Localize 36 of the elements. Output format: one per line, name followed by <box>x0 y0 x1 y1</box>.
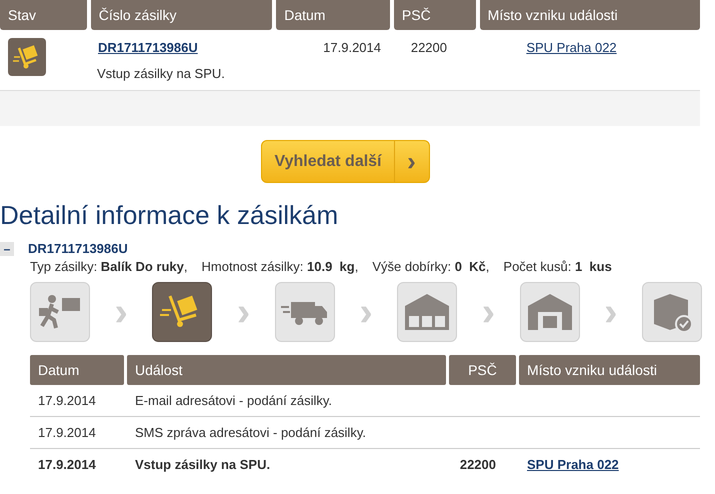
chevron-icon: › <box>114 292 128 332</box>
collapse-button[interactable]: – <box>0 242 14 256</box>
date-cell-text: 17.9.2014 <box>37 457 97 472</box>
parcel-info: Výše dobírky: 0 Kč, <box>372 259 490 274</box>
column-header: Číslo zásilky <box>90 0 272 30</box>
column-header: PSČ <box>394 0 476 30</box>
chevron-icon: › <box>604 292 618 332</box>
place-link[interactable]: SPU Praha 022 <box>471 38 672 57</box>
postal-code-cell: 22200 <box>460 457 496 472</box>
parcel-info: Typ zásilky: Balík Do ruky, <box>30 259 188 274</box>
date-cell-text: 17.9.2014 <box>37 425 97 440</box>
chevron-icon: › <box>482 292 496 332</box>
section-heading: Detailní informace k zásilkám <box>0 199 340 231</box>
date-text: 17.9.2014 <box>322 39 381 57</box>
column-header: Stav <box>0 0 87 30</box>
parcel-number: DR1711713986U <box>28 241 128 256</box>
parcel-info: Hmotnost zásilky: 10.9 kg, <box>202 259 358 274</box>
chevron-icon: › <box>236 292 250 332</box>
parcel-number-link[interactable]: DR1711713986U <box>98 38 273 57</box>
chevron-icon: › <box>359 292 373 332</box>
event-cell-text: Vstup zásilky na SPU. <box>134 457 272 472</box>
column-header: Místo vzniku události <box>519 355 700 385</box>
postal-code-text: 22200 <box>410 39 447 57</box>
search-more-button[interactable]: Vyhledat další › <box>260 140 430 183</box>
column-header: Datum <box>30 355 124 385</box>
column-header: Místo vzniku události <box>480 0 700 30</box>
hand-truck-icon <box>8 38 46 76</box>
place-link[interactable]: SPU Praha 022 <box>527 457 619 472</box>
parcel-info: Počet kusů: 1 kus <box>503 259 612 274</box>
column-header: Událost <box>127 355 446 385</box>
event-description: Vstup zásilky na SPU. <box>96 66 226 81</box>
date-cell-text: 17.9.2014 <box>37 393 97 408</box>
event-cell-text: SMS zpráva adresátovi - podání zásilky. <box>134 425 367 440</box>
event-cell-text: E-mail adresátovi - podání zásilky. <box>134 393 334 408</box>
column-header: PSČ <box>449 355 516 385</box>
column-header: Datum <box>276 0 390 30</box>
